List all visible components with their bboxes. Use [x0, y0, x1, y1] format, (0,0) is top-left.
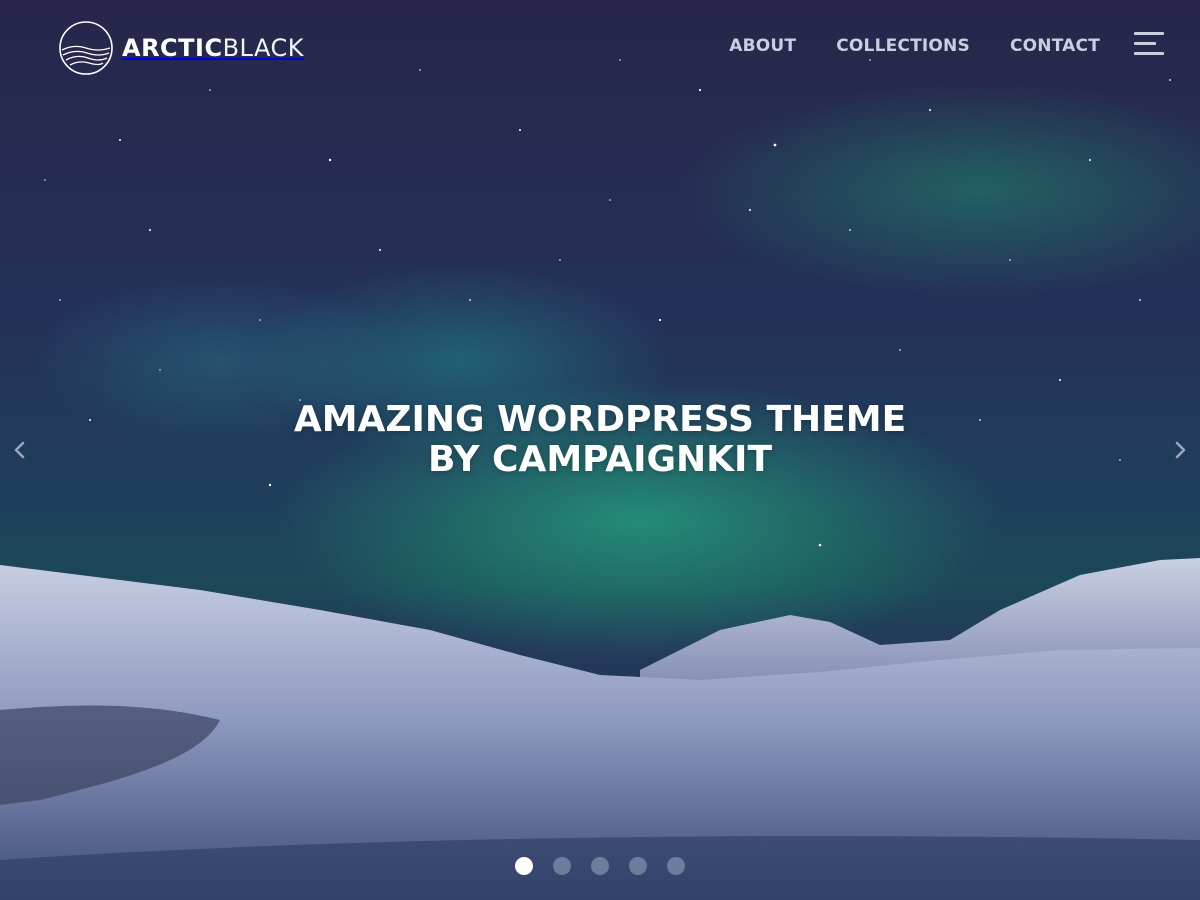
hamburger-menu-icon[interactable] [1134, 32, 1164, 58]
slider-prev-button[interactable] [8, 438, 32, 462]
menu-line [1134, 42, 1156, 45]
nav-item-contact[interactable]: CONTACT [1010, 36, 1100, 56]
site-header: ARCTIC BLACK ABOUT COLLECTIONS CONTACT [0, 0, 1200, 96]
nav-item-about[interactable]: ABOUT [729, 36, 796, 56]
slider-dot-5[interactable] [667, 857, 685, 875]
chevron-left-icon [14, 441, 25, 459]
hero-slider: ARCTIC BLACK ABOUT COLLECTIONS CONTACT AM… [0, 0, 1200, 900]
slider-dot-3[interactable] [591, 857, 609, 875]
brand-name: ARCTIC BLACK [122, 34, 304, 62]
slider-dot-4[interactable] [629, 857, 647, 875]
hero-headline-line1: AMAZING WORDPRESS THEME [293, 399, 907, 440]
wave-circle-logo-icon [59, 21, 113, 75]
hero-headline: AMAZING WORDPRESS THEME BY CAMPAIGNKIT [0, 400, 1200, 480]
slider-pagination [0, 857, 1200, 875]
site-logo[interactable]: ARCTIC BLACK [58, 20, 304, 76]
main-navigation: ABOUT COLLECTIONS CONTACT [729, 36, 1100, 56]
brand-name-light: BLACK [222, 34, 304, 62]
slider-dot-2[interactable] [553, 857, 571, 875]
menu-line [1134, 52, 1164, 55]
menu-line [1134, 32, 1164, 35]
hero-headline-line2: BY CAMPAIGNKIT [427, 439, 773, 480]
slider-next-button[interactable] [1168, 438, 1192, 462]
brand-name-bold: ARCTIC [122, 34, 223, 62]
chevron-right-icon [1175, 441, 1186, 459]
slider-dot-1[interactable] [515, 857, 533, 875]
nav-item-collections[interactable]: COLLECTIONS [836, 36, 970, 56]
